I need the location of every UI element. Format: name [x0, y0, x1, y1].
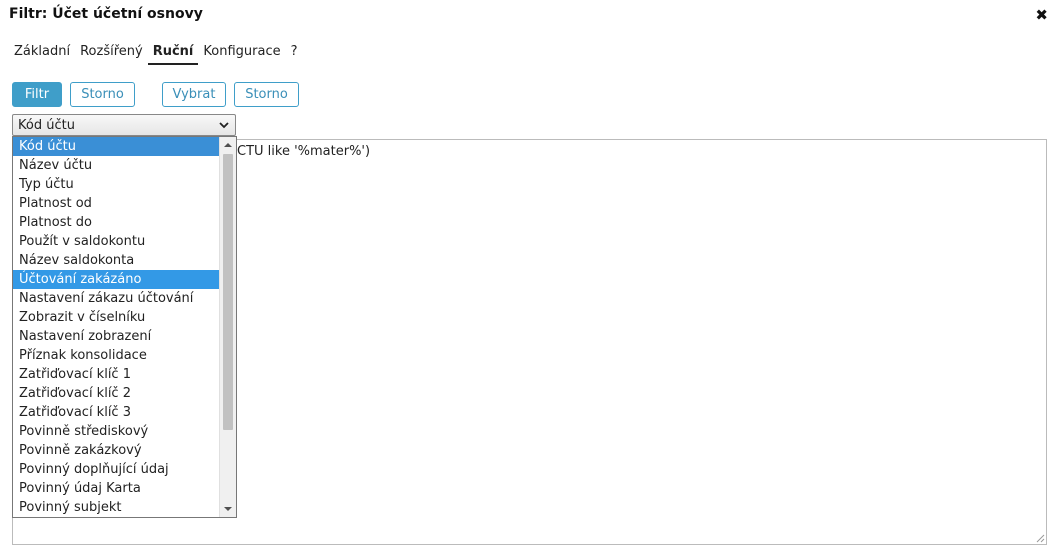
filter-tabs: Základní Rozšířený Ruční Konfigurace ?: [9, 42, 303, 65]
dropdown-option[interactable]: Název saldokonta: [13, 251, 220, 270]
dropdown-option[interactable]: Povinně zakázkový: [13, 441, 220, 460]
tab-configuration[interactable]: Konfigurace: [198, 42, 285, 63]
dropdown-option[interactable]: Kód účtu: [13, 137, 220, 156]
dropdown-option[interactable]: Zatřiďovací klíč 1: [13, 365, 220, 384]
dropdown-option[interactable]: Povinný doplňující údaj: [13, 460, 220, 479]
dropdown-option[interactable]: Zobrazit v číselníku: [13, 308, 220, 327]
resize-handle-icon[interactable]: [1035, 533, 1045, 543]
scrollbar-thumb[interactable]: [223, 154, 233, 430]
dropdown-option[interactable]: Příznak konsolidace: [13, 346, 220, 365]
dialog-title: Filtr: Účet účetní osnovy: [9, 6, 203, 22]
cancel-filter-button[interactable]: Storno: [70, 82, 135, 107]
dropdown-option[interactable]: Povinný subjekt: [13, 498, 220, 517]
dropdown-option[interactable]: Typ účtu: [13, 175, 220, 194]
dropdown-option[interactable]: Zatřiďovací klíč 3: [13, 403, 220, 422]
dropdown-option[interactable]: Použít v saldokontu: [13, 232, 220, 251]
tab-help[interactable]: ?: [286, 42, 303, 63]
filter-button[interactable]: Filtr: [12, 82, 62, 107]
filter-expression-text: CTU like '%mater%'): [237, 144, 371, 159]
scroll-up-icon[interactable]: [220, 137, 236, 153]
scroll-down-icon[interactable]: [220, 501, 236, 517]
dropdown-option[interactable]: Povinný údaj Karta: [13, 479, 220, 498]
dropdown-option[interactable]: Název účtu: [13, 156, 220, 175]
dropdown-scrollbar[interactable]: [219, 137, 236, 517]
field-dropdown-list[interactable]: Kód účtu Název účtu Typ účtu Platnost od Pla…: [12, 136, 237, 518]
dropdown-option[interactable]: Nastavení zobrazení: [13, 327, 220, 346]
dropdown-option[interactable]: Zatřiďovací klíč 2: [13, 384, 220, 403]
tab-manual[interactable]: Ruční: [147, 42, 199, 65]
close-icon[interactable]: ✖: [1035, 6, 1048, 24]
dropdown-options: Kód účtu Název účtu Typ účtu Platnost od Pla…: [13, 137, 220, 517]
field-select[interactable]: Kód účtu: [12, 114, 236, 136]
dropdown-option[interactable]: Povinně střediskový: [13, 422, 220, 441]
select-button[interactable]: Vybrat: [162, 82, 226, 107]
dropdown-option[interactable]: Platnost do: [13, 213, 220, 232]
tab-extended[interactable]: Rozšířený: [75, 42, 148, 63]
dropdown-option[interactable]: Účtování zakázáno: [13, 270, 220, 289]
chevron-down-icon: [219, 122, 229, 129]
field-select-value: Kód účtu: [18, 117, 75, 133]
dropdown-option[interactable]: Platnost od: [13, 194, 220, 213]
dropdown-option[interactable]: Nastavení zákazu účtování: [13, 289, 220, 308]
cancel-select-button[interactable]: Storno: [234, 82, 299, 107]
tab-basic[interactable]: Základní: [9, 42, 75, 63]
